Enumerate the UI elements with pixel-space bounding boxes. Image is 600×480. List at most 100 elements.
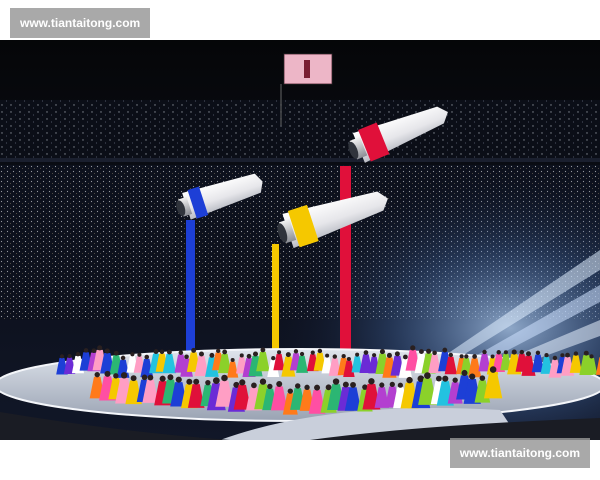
performer-head (565, 352, 570, 358)
performer-head (120, 372, 128, 379)
performer-head (490, 354, 495, 359)
performer-head (332, 354, 338, 359)
performer-head (368, 378, 375, 385)
performer-head (130, 375, 137, 382)
performer-head (442, 375, 449, 382)
performer-head (222, 349, 228, 355)
performer-head (287, 388, 293, 394)
performer-head (193, 378, 200, 385)
performer-head (299, 351, 305, 357)
performer-head (464, 354, 469, 359)
performer-head (341, 353, 346, 359)
performer-head (167, 374, 174, 381)
performer-head (153, 349, 159, 355)
performer-head (317, 348, 323, 354)
yellow-paint-ribbon (272, 244, 279, 362)
performer-head (276, 381, 283, 388)
performer-head (209, 352, 215, 358)
performer-head (260, 347, 266, 353)
watermark-top: www.tiantaitong.com (10, 8, 151, 38)
performer-head (271, 356, 276, 361)
performer-head (379, 349, 385, 355)
performer-head (191, 347, 197, 353)
ceremony-scene (0, 40, 600, 440)
performer-head (104, 370, 111, 377)
performer-head (246, 353, 252, 359)
performer-head (293, 349, 299, 354)
performer-head (75, 352, 81, 357)
performer-head (144, 354, 150, 360)
performer-head (97, 345, 103, 351)
performer-head (252, 351, 259, 357)
performer-head (432, 350, 437, 356)
red-paint-ribbon (340, 166, 351, 356)
performer-head (442, 347, 448, 353)
performer-head (267, 383, 273, 390)
performer-head (379, 382, 385, 388)
performer-head (418, 349, 424, 355)
performer-head (304, 384, 310, 391)
performer-head (489, 366, 497, 373)
performer-head (94, 371, 100, 378)
performer-head (184, 354, 189, 359)
performer-head (325, 353, 330, 358)
performer-head (535, 350, 541, 356)
performer-head (424, 372, 431, 379)
performer-head (461, 369, 468, 376)
performer-head (67, 353, 72, 359)
performer-head (230, 358, 235, 363)
performer-head (332, 378, 340, 385)
performer-head (91, 348, 97, 354)
ceremony-photo (0, 40, 600, 440)
performer-head (137, 352, 142, 357)
performer-head (314, 384, 321, 391)
performer-head (159, 375, 166, 382)
performer-head (212, 377, 220, 384)
performer-head (216, 348, 221, 354)
performer-head (511, 349, 517, 355)
performer-head (175, 376, 182, 383)
performer-head (482, 349, 487, 355)
performer-head (363, 350, 369, 355)
performer-head (410, 345, 416, 351)
performer-head (394, 351, 400, 357)
performer-head (519, 349, 525, 355)
performer-head (178, 350, 184, 355)
performer-head (503, 350, 508, 355)
performer-head (459, 354, 464, 359)
performer-head (479, 375, 486, 381)
performer-head (496, 350, 501, 355)
performer-head (239, 379, 246, 386)
performer-head (130, 352, 135, 357)
performer-head (372, 353, 377, 358)
performer-head (573, 351, 579, 356)
performer-head (525, 351, 532, 357)
performer-head (342, 381, 349, 388)
performer-head (251, 382, 257, 389)
performer-head (198, 351, 204, 357)
performer-head (435, 375, 442, 382)
performer-head (277, 350, 282, 355)
blue-paint-ribbon (186, 220, 195, 360)
performer-head (346, 356, 351, 362)
performer-head (448, 352, 453, 358)
performer-head (141, 374, 148, 381)
performer-head (259, 378, 267, 385)
performer-head (589, 354, 594, 359)
performer-head (560, 353, 565, 358)
performer-head (544, 352, 549, 358)
performer-head (389, 381, 395, 388)
performer-head (452, 377, 458, 383)
performer-head (166, 349, 172, 355)
performer-head (295, 383, 301, 389)
performer-head (221, 374, 228, 382)
performer-head (113, 373, 119, 379)
performer-head (552, 355, 558, 361)
performer-head (205, 380, 211, 386)
performer-head (472, 354, 477, 359)
performer-head (583, 350, 589, 356)
performer-head (469, 373, 476, 380)
performer-head (59, 354, 65, 359)
performer-head (120, 355, 126, 361)
watermark-bottom: www.tiantaitong.com (449, 438, 590, 468)
